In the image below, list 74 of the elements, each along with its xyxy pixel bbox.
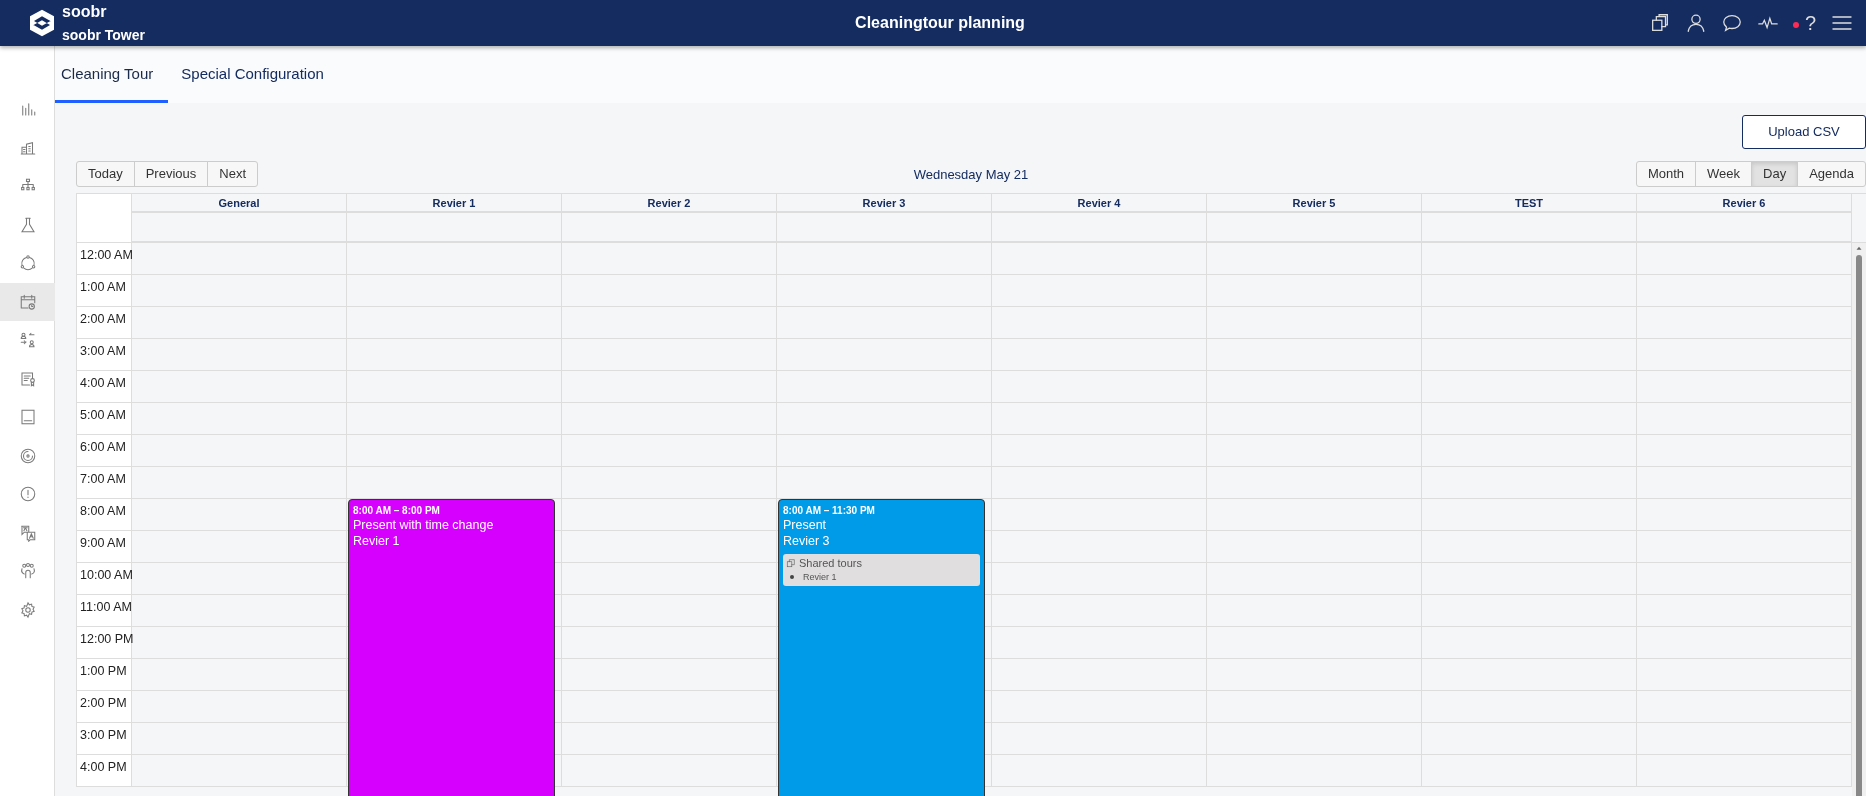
time-label: 2:00 PM	[77, 691, 131, 723]
group-icon	[18, 562, 37, 581]
time-label: 12:00 PM	[77, 627, 131, 659]
column-header: Revier 2	[562, 194, 777, 213]
event-title: Present	[783, 518, 828, 532]
column-header: Revier 4	[992, 194, 1207, 213]
chat-icon[interactable]	[1720, 12, 1743, 34]
alert-icon	[18, 485, 37, 504]
tab[interactable]: Cleaning Tour	[55, 46, 169, 103]
people-swap-icon	[18, 331, 37, 350]
all-day-cell[interactable]	[562, 213, 777, 242]
all-day-cell[interactable]	[992, 213, 1207, 242]
time-label: 3:00 AM	[77, 339, 131, 371]
view-button[interactable]: Month	[1635, 161, 1697, 187]
time-label: 2:00 AM	[77, 307, 131, 339]
calendar-event[interactable]: 8:00 AM – 8:00 PM Present with time change Revier 1	[348, 499, 555, 796]
cycle-icon	[18, 254, 37, 273]
current-date: Wednesday May 21	[913, 166, 1029, 182]
event-subtitle: Revier 1	[353, 534, 401, 548]
nav-button[interactable]: Today	[76, 161, 135, 187]
time-label: 11:00 AM	[77, 595, 131, 627]
bullet-icon	[790, 575, 794, 579]
column-header: Revier 3	[777, 194, 992, 213]
shared-tours-title: Shared tours	[799, 557, 862, 569]
tab[interactable]: Special Configuration	[174, 46, 331, 103]
shared-tour-item: Revier 1	[803, 572, 837, 582]
view-button[interactable]: Day	[1751, 161, 1799, 187]
calendar-event[interactable]: 8:00 AM – 11:30 PM Present Revier 3 Shared tours Revier 1	[778, 499, 985, 796]
event-title: Present with time change	[353, 518, 495, 532]
column-header: Revier 6	[1637, 194, 1852, 213]
nav-button[interactable]: Next	[207, 161, 258, 187]
all-day-cell[interactable]	[347, 213, 562, 242]
help-icon[interactable]: ?	[1804, 11, 1816, 35]
nav-button[interactable]: Previous	[133, 161, 209, 187]
column-header: Revier 5	[1207, 194, 1422, 213]
time-label: 9:00 AM	[77, 531, 131, 563]
event-subtitle: Revier 3	[783, 534, 831, 548]
all-day-cell[interactable]	[132, 213, 347, 242]
all-day-cell[interactable]	[1637, 213, 1852, 242]
page-title: Cleaningtour planning	[854, 14, 1026, 32]
column-header: TEST	[1422, 194, 1637, 213]
column-header: Revier 1	[347, 194, 562, 213]
view-button[interactable]: Week	[1695, 161, 1753, 187]
all-day-cell[interactable]	[1207, 213, 1422, 242]
time-label: 8:00 AM	[77, 499, 131, 531]
sidebar-item[interactable]	[0, 282, 55, 321]
event-time: 8:00 AM – 11:30 PM	[783, 505, 876, 516]
time-label: 10:00 AM	[77, 563, 131, 595]
all-day-cell[interactable]	[777, 213, 992, 242]
calendar-clock-icon	[18, 292, 37, 311]
time-label: 4:00 AM	[77, 371, 131, 403]
app-name: soobr	[62, 3, 108, 21]
column-header: General	[132, 194, 347, 213]
site-name: soobr Tower	[62, 27, 145, 43]
flask-icon	[18, 215, 37, 234]
upload-csv-button[interactable]: Upload CSV	[1742, 115, 1866, 149]
target-icon	[18, 446, 37, 465]
time-label: 4:00 PM	[77, 755, 131, 787]
time-label: 6:00 AM	[77, 435, 131, 467]
time-label: 5:00 AM	[77, 403, 131, 435]
event-time: 8:00 AM – 8:00 PM	[353, 505, 441, 516]
book-icon	[18, 408, 37, 427]
translate-icon	[18, 523, 37, 542]
time-label: 1:00 PM	[77, 659, 131, 691]
all-day-cell[interactable]	[1422, 213, 1637, 242]
time-label: 1:00 AM	[77, 275, 131, 307]
view-button[interactable]: Agenda	[1797, 161, 1866, 187]
settings-icon	[18, 600, 37, 619]
certificate-icon	[18, 369, 37, 388]
time-label: 12:00 AM	[77, 243, 131, 275]
copy-icon	[786, 558, 796, 568]
time-label: 7:00 AM	[77, 467, 131, 499]
scrollbar[interactable]	[1852, 243, 1866, 796]
time-label: 3:00 PM	[77, 723, 131, 755]
